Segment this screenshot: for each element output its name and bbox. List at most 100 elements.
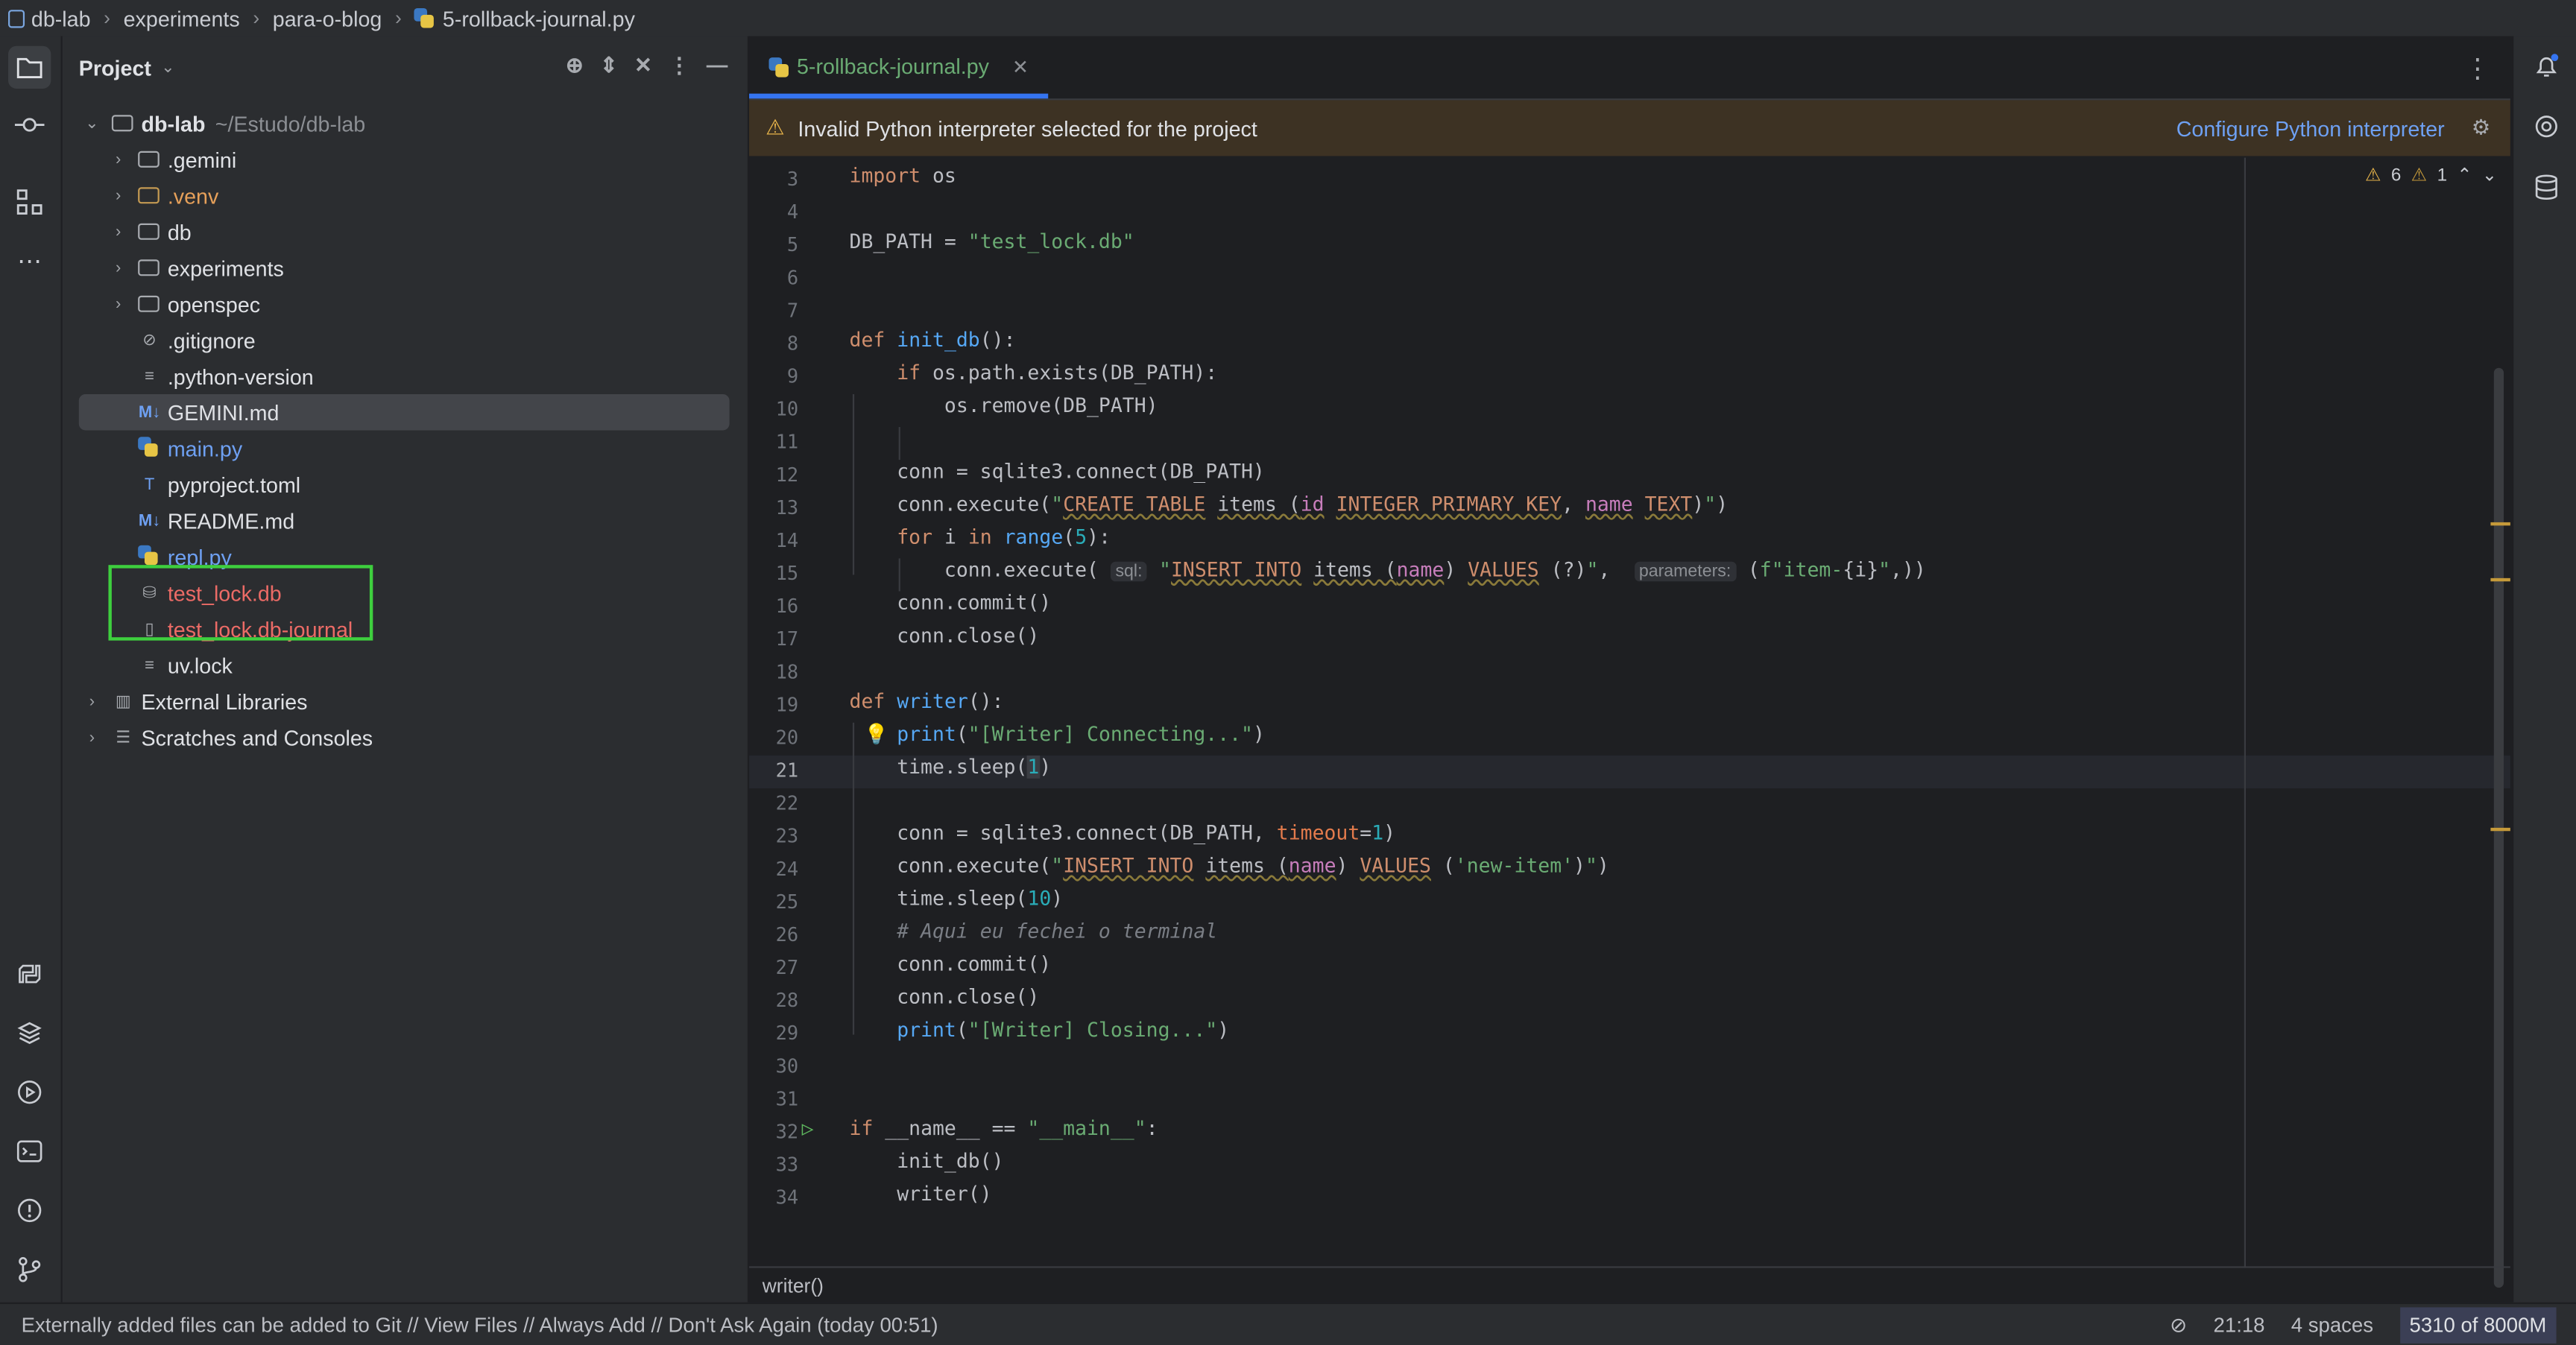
line-number[interactable]: 11 <box>749 430 799 453</box>
breadcrumb-function[interactable]: writer() <box>763 1273 824 1297</box>
chevron-right-icon[interactable]: › <box>108 223 127 241</box>
git-branch-icon[interactable] <box>13 1253 46 1286</box>
tree-root[interactable]: ⌄ db-lab ~/Estudo/db-lab <box>82 105 733 141</box>
line-number[interactable]: 27 <box>749 956 799 979</box>
line-number[interactable]: 25 <box>749 890 799 914</box>
line-number[interactable]: 23 <box>749 824 799 847</box>
line-number[interactable]: 32 <box>749 1120 799 1143</box>
chevron-right-icon[interactable]: › <box>82 729 101 747</box>
gear-icon[interactable]: ⚙ <box>2472 115 2491 141</box>
caret-position[interactable]: 21:18 <box>2214 1313 2265 1336</box>
line-number[interactable]: 10 <box>749 397 799 420</box>
warning-marker[interactable] <box>2490 522 2510 526</box>
tree-item-readme[interactable]: M↓ README.md <box>138 502 789 538</box>
structure-icon[interactable] <box>13 186 46 218</box>
breadcrumb-experiments[interactable]: experiments › <box>124 6 273 31</box>
layers-icon[interactable] <box>13 1016 46 1049</box>
notifications-icon[interactable] <box>2530 49 2563 82</box>
expand-all-icon[interactable]: ⇕ <box>600 53 618 79</box>
tree-item-gemini[interactable]: › .gemini <box>108 142 759 177</box>
line-number[interactable]: 15 <box>749 562 799 585</box>
tree-item-venv[interactable]: › .venv <box>108 177 759 213</box>
chevron-down-icon[interactable]: ⌄ <box>2482 164 2497 186</box>
line-number[interactable]: 22 <box>749 791 799 814</box>
close-icon[interactable]: ✕ <box>1012 55 1029 78</box>
tree-item-external-libraries[interactable]: › ▥ External Libraries <box>82 683 733 719</box>
tree-item-uv-lock[interactable]: ≡ uv.lock <box>138 647 789 683</box>
tree-item-db[interactable]: › db <box>108 214 759 250</box>
line-number[interactable]: 24 <box>749 858 799 881</box>
more-tools-icon[interactable]: ⋯ <box>13 244 46 277</box>
chevron-right-icon[interactable]: › <box>82 692 101 710</box>
tree-item-experiments[interactable]: › experiments <box>108 250 759 285</box>
tab-options-icon[interactable]: ⋮ <box>2464 53 2490 86</box>
line-number[interactable]: 5 <box>749 233 798 256</box>
tree-item-python-version[interactable]: ≡ .python-version <box>138 358 789 393</box>
tree-item-main-py[interactable]: main.py <box>138 430 789 466</box>
line-number[interactable]: 26 <box>749 923 799 946</box>
folder-icon[interactable] <box>8 45 51 89</box>
chevron-right-icon[interactable]: › <box>108 151 127 168</box>
line-number[interactable]: 7 <box>749 299 798 322</box>
chevron-right-icon[interactable]: › <box>108 259 127 276</box>
line-number[interactable]: 3 <box>749 168 798 191</box>
run-gutter-icon[interactable]: ▷ <box>802 1117 814 1140</box>
line-number[interactable]: 6 <box>749 266 798 289</box>
status-message[interactable]: Externally added files can be added to G… <box>0 1313 938 1336</box>
line-number[interactable]: 19 <box>749 693 799 716</box>
line-number[interactable]: 21 <box>749 759 799 782</box>
configure-interpreter-link[interactable]: Configure Python interpreter <box>2176 115 2445 140</box>
line-number[interactable]: 20 <box>749 726 799 749</box>
ai-assistant-icon[interactable] <box>2530 110 2563 143</box>
line-number[interactable]: 13 <box>749 496 799 519</box>
warning-marker[interactable] <box>2490 827 2510 832</box>
line-number[interactable]: 31 <box>749 1087 799 1110</box>
locate-icon[interactable]: ⊕ <box>566 53 584 79</box>
line-number[interactable]: 14 <box>749 529 799 552</box>
chevron-down-icon[interactable]: ⌄ <box>161 58 174 76</box>
tab-5-rollback-journal[interactable]: 5-rollback-journal.py ✕ <box>749 39 1049 99</box>
line-number[interactable]: 9 <box>749 364 798 387</box>
python-console-icon[interactable] <box>13 958 46 990</box>
breadcrumb-file[interactable]: 5-rollback-journal.py <box>414 6 635 31</box>
chevron-down-icon[interactable]: ⌄ <box>82 114 101 132</box>
line-number[interactable]: 18 <box>749 660 799 683</box>
no-sync-icon[interactable]: ⊘ <box>2170 1312 2187 1337</box>
chevron-up-icon[interactable]: ⌃ <box>2457 164 2472 186</box>
breadcrumb-db-lab[interactable]: db-lab › <box>0 6 124 31</box>
tree-item-gemini-md[interactable]: M↓ GEMINI.md <box>78 393 730 431</box>
lightbulb-icon[interactable]: 💡 <box>864 723 888 746</box>
line-number[interactable]: 29 <box>749 1022 799 1045</box>
options-icon[interactable]: ⋮ <box>669 53 690 79</box>
line-number[interactable]: 17 <box>749 627 799 651</box>
chevron-right-icon[interactable]: › <box>108 295 127 313</box>
line-number[interactable]: 4 <box>749 200 798 224</box>
commit-icon[interactable] <box>13 108 46 141</box>
line-number[interactable]: 28 <box>749 989 799 1012</box>
indent-setting[interactable]: 4 spaces <box>2291 1313 2373 1336</box>
chevron-right-icon[interactable]: › <box>108 186 127 204</box>
code-area[interactable]: ⚠ 6 ⚠ 1 ⌃ ⌄ 3 4 5 6 7 8 9 10 11 12 13 14 15 16 17 18 19 20 2… <box>749 157 2510 1288</box>
line-number[interactable]: 34 <box>749 1186 799 1209</box>
line-number[interactable]: 16 <box>749 595 799 618</box>
line-number[interactable]: 30 <box>749 1054 799 1077</box>
run-icon[interactable] <box>13 1076 46 1109</box>
breadcrumb-para-o-blog[interactable]: para-o-blog › <box>273 6 415 31</box>
memory-indicator[interactable]: 5310 of 8000M <box>2399 1306 2557 1343</box>
tree-item-scratches[interactable]: › ☰ Scratches and Consoles <box>82 719 733 755</box>
tree-item-pyproject[interactable]: T pyproject.toml <box>138 466 789 502</box>
editor-breadcrumb[interactable]: writer() <box>749 1266 2510 1302</box>
tree-item-gitignore[interactable]: ⊘ .gitignore <box>138 322 789 358</box>
tree-item-openspec[interactable]: › openspec <box>108 286 759 322</box>
inspection-widget[interactable]: ⚠ 6 ⚠ 1 ⌃ ⌄ <box>2365 164 2497 186</box>
problems-icon[interactable] <box>13 1194 46 1227</box>
collapse-all-icon[interactable]: ✕ <box>634 53 652 79</box>
project-title[interactable]: Project <box>79 55 151 80</box>
terminal-icon[interactable] <box>13 1135 46 1168</box>
database-icon[interactable] <box>2530 171 2563 203</box>
line-number[interactable]: 8 <box>749 332 798 355</box>
line-number[interactable]: 33 <box>749 1153 799 1176</box>
hide-icon[interactable]: — <box>707 53 728 79</box>
line-number[interactable]: 12 <box>749 463 799 487</box>
warning-marker[interactable] <box>2490 577 2510 582</box>
